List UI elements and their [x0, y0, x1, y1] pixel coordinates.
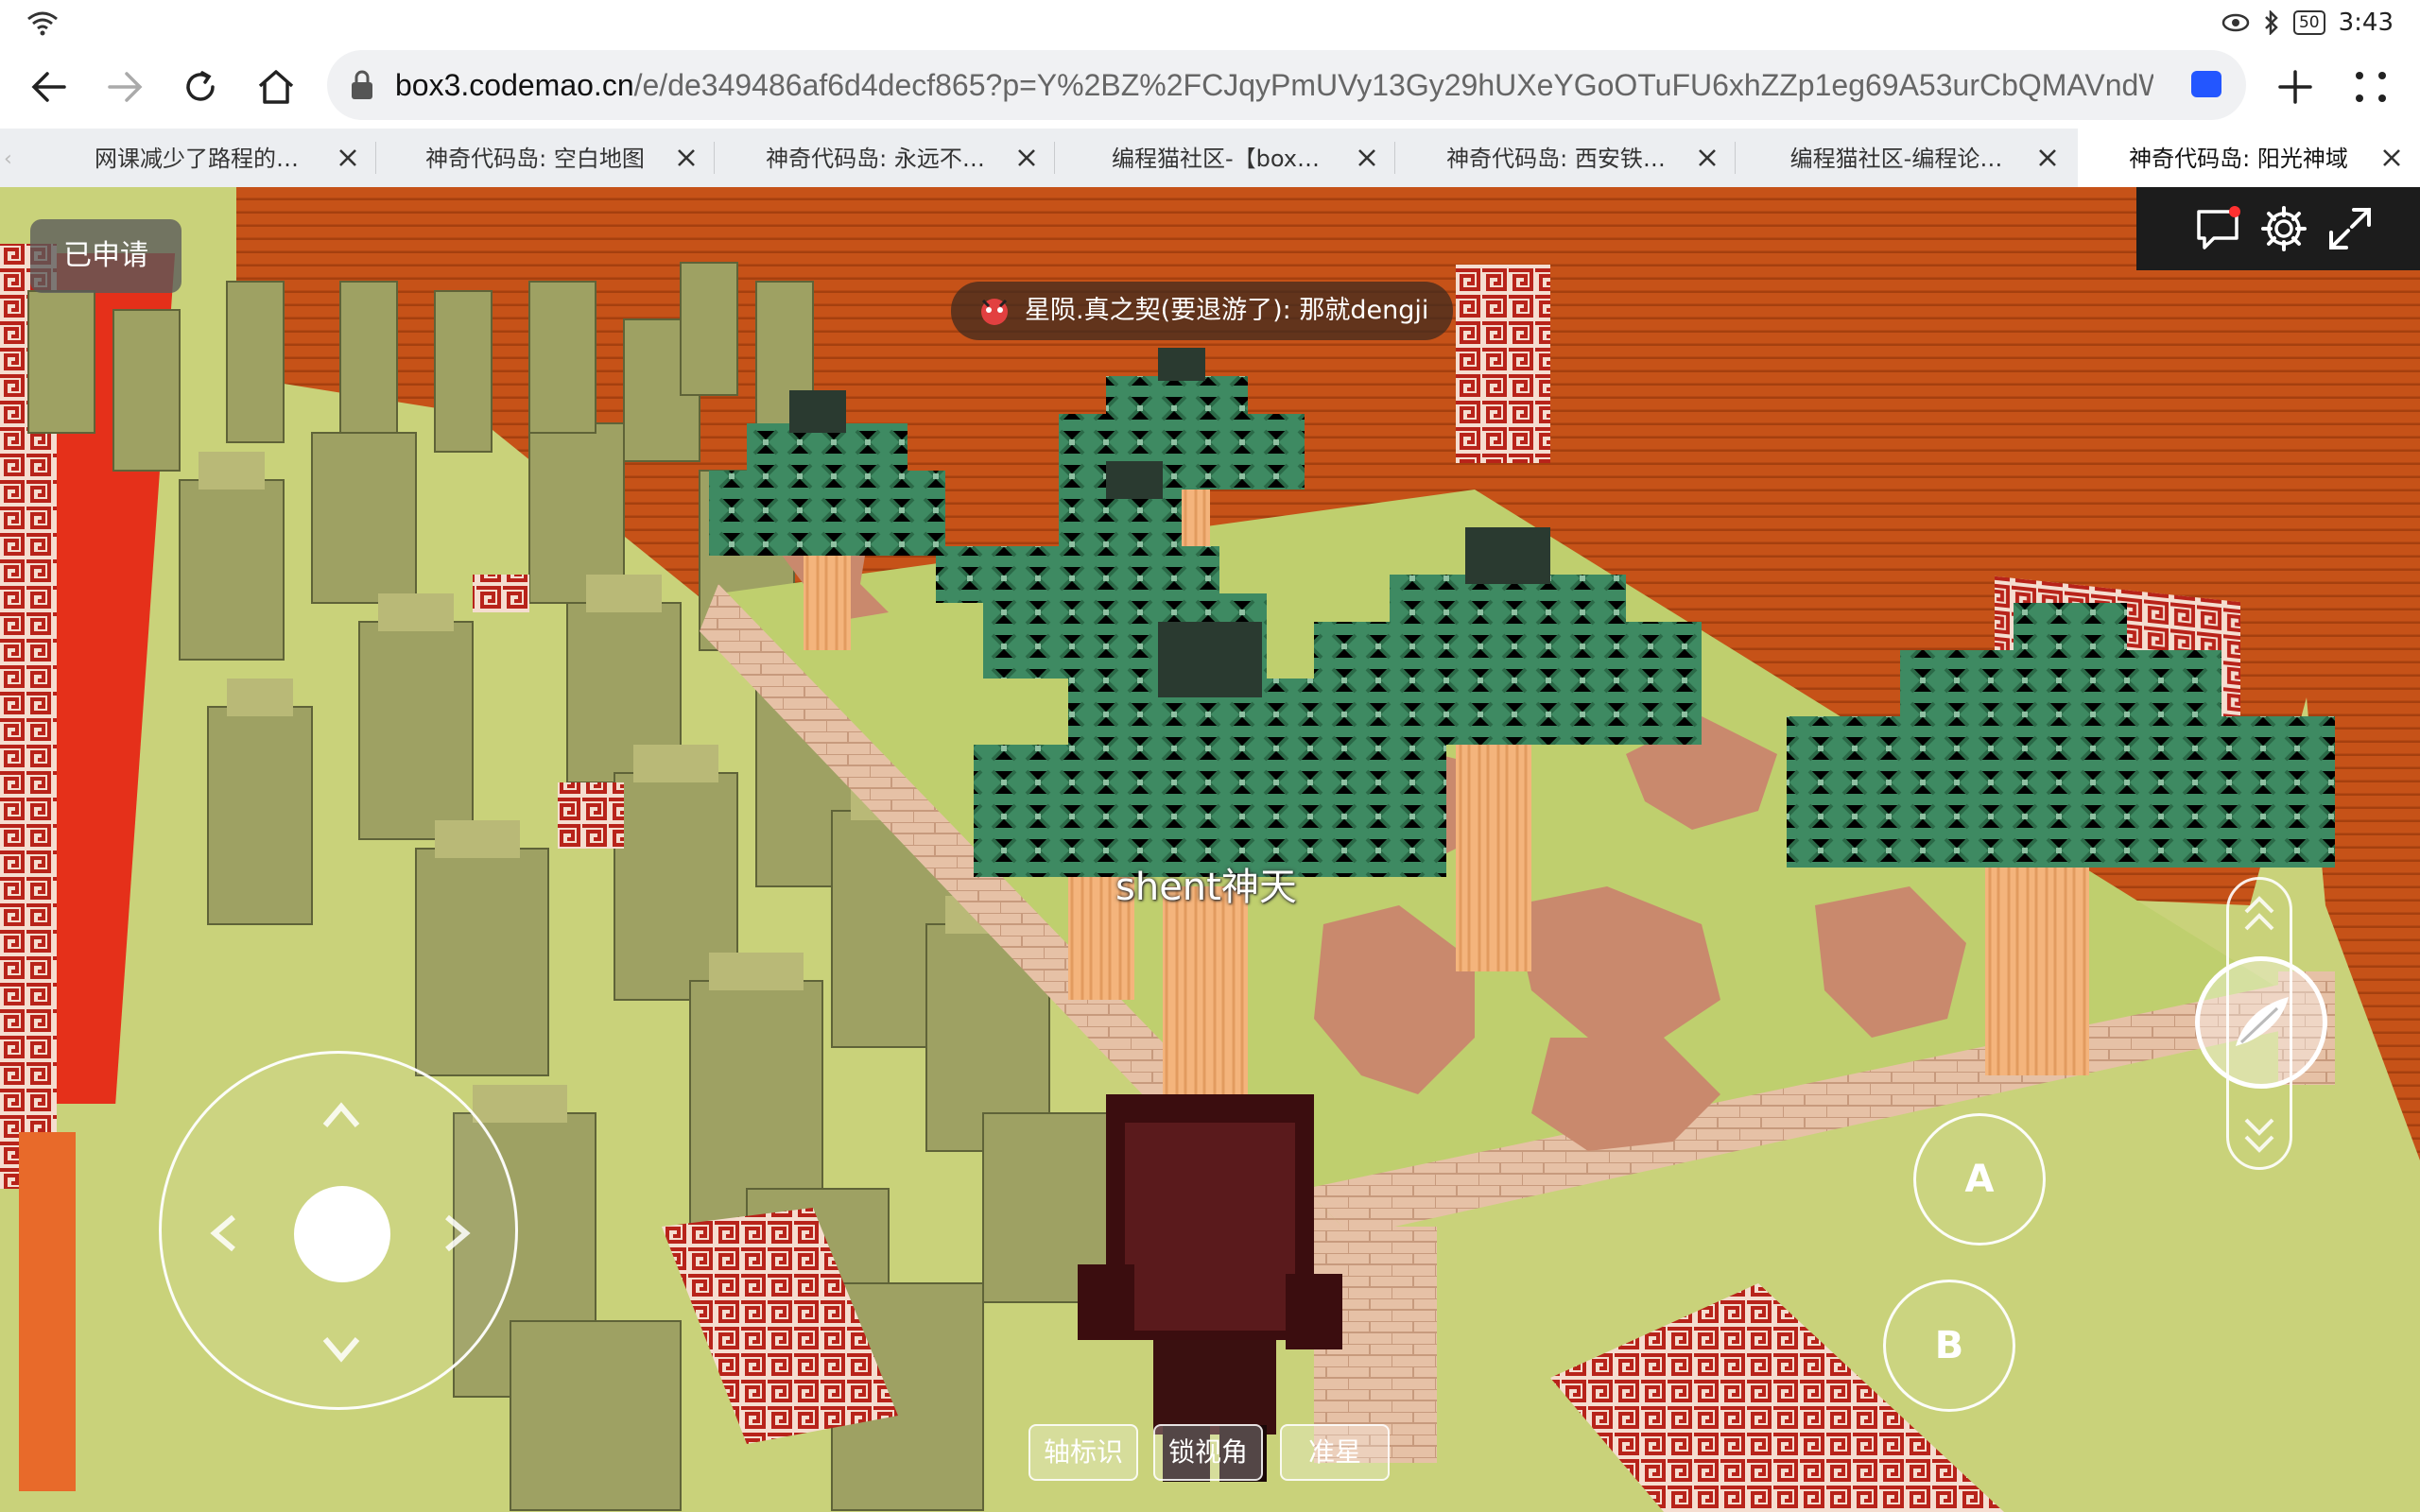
battery-icon: 50: [2292, 10, 2325, 35]
chat-bubble: 星陨.真之契(要退游了): 那就dengji: [951, 282, 1454, 340]
chevron-down-icon: [322, 1337, 360, 1363]
back-button[interactable]: [19, 57, 79, 117]
tab-4[interactable]: 编程猫社区-【box…: [1057, 129, 1395, 187]
close-icon[interactable]: [1356, 146, 1378, 169]
wall-lattice: [1456, 265, 1550, 463]
reload-icon: [186, 71, 215, 101]
reload-button[interactable]: [170, 57, 231, 117]
tab-3[interactable]: 神奇代码岛: 永远不…: [717, 129, 1055, 187]
url-path: /e/de349486af6d4decf865?p=Y%2BZ%2FCJqyPm…: [633, 68, 2153, 102]
close-icon[interactable]: [337, 146, 359, 169]
tab-2[interactable]: 神奇代码岛: 空白地图: [376, 129, 715, 187]
tab-divider: [1394, 142, 1395, 174]
arrow-left-icon: [31, 72, 66, 102]
eye-icon: [2221, 13, 2250, 32]
fly-button[interactable]: [2195, 956, 2327, 1089]
tab-title: 神奇代码岛: 永远不…: [766, 146, 985, 172]
forward-button[interactable]: [95, 57, 155, 117]
hud-top-right: [2136, 187, 2420, 270]
tab-strip: ‹ 网课减少了路程的… 神奇代码岛: 空白地图 神奇代码岛: 永远不… 编程猫社…: [0, 129, 2420, 188]
double-chevron-up-icon: [2244, 896, 2274, 931]
applied-button[interactable]: 已申请: [30, 219, 182, 293]
lock-icon: [352, 70, 372, 99]
floor-lattice-tile: [558, 782, 624, 849]
tab-title: 神奇代码岛: 阳光神域: [2129, 146, 2348, 172]
tab-title: 神奇代码岛: 空白地图: [425, 146, 645, 172]
close-icon[interactable]: [2036, 146, 2059, 169]
address-bar[interactable]: box3.codemao.cn/e/de349486af6d4decf865?p…: [327, 50, 2246, 120]
chevron-up-icon: [322, 1102, 360, 1127]
fullscreen-icon[interactable]: [2325, 204, 2375, 253]
chat-message: 星陨.真之契(要退游了): 那就dengji: [1025, 296, 1429, 325]
close-icon[interactable]: [2380, 146, 2403, 169]
axis-marker-button[interactable]: 轴标识: [1028, 1424, 1138, 1481]
tab-divider: [1735, 142, 1736, 174]
wifi-icon: [27, 11, 58, 36]
double-chevron-down-icon: [2244, 1118, 2274, 1153]
close-icon[interactable]: [1696, 146, 1719, 169]
grid-dots-icon: [2356, 72, 2386, 102]
menu-button[interactable]: [2341, 57, 2401, 117]
bluetooth-icon: [2265, 10, 2278, 35]
tab-title: 网课减少了路程的…: [95, 146, 299, 172]
url-host: box3.codemao.cn: [395, 68, 634, 102]
tab-title: 编程猫社区-【box…: [1111, 146, 1321, 172]
tab-6[interactable]: 编程猫社区-编程论…: [1737, 129, 2076, 187]
railing: [19, 1132, 76, 1491]
plus-icon: [2278, 70, 2312, 104]
tab-1[interactable]: 网课减少了路程的…: [38, 129, 376, 187]
chevron-left-icon: [210, 1214, 235, 1252]
home-button[interactable]: [246, 57, 306, 117]
gear-icon[interactable]: [2259, 204, 2308, 253]
movement-joystick[interactable]: [159, 1051, 518, 1410]
tab-divider: [1054, 142, 1055, 174]
tab-active[interactable]: 神奇代码岛: 阳光神域: [2078, 129, 2420, 187]
player-name-tag: shent神天: [1115, 866, 1297, 909]
player-avatar-icon: [981, 299, 1008, 325]
b-button[interactable]: B: [1883, 1280, 2015, 1412]
url-text: box3.codemao.cn/e/de349486af6d4decf865?p…: [395, 65, 2153, 105]
chat-icon[interactable]: [2193, 204, 2242, 253]
close-icon[interactable]: [675, 146, 698, 169]
clock: 3:43: [2338, 9, 2394, 37]
lock-view-button[interactable]: 锁视角: [1153, 1424, 1263, 1481]
extension-icon[interactable]: [2191, 71, 2221, 97]
tab-title: 编程猫社区-编程论…: [1789, 146, 2003, 172]
tab-divider: [714, 142, 715, 174]
close-icon[interactable]: [1015, 146, 1038, 169]
crosshair-button[interactable]: 准星: [1280, 1424, 1390, 1481]
chevron-right-icon: [445, 1214, 471, 1252]
tab-scroll-left-icon[interactable]: ‹: [4, 147, 12, 171]
status-icons: 50 3:43: [2221, 8, 2394, 38]
browser-toolbar: box3.codemao.cn/e/de349486af6d4decf865?p…: [0, 45, 2420, 129]
joystick-knob[interactable]: [294, 1186, 390, 1282]
status-bar: 50 3:43: [0, 0, 2420, 45]
tab-5[interactable]: 神奇代码岛: 西安铁…: [1397, 129, 1736, 187]
tab-title: 神奇代码岛: 西安铁…: [1446, 146, 1666, 172]
arrow-right-icon: [108, 72, 143, 102]
a-button[interactable]: A: [1913, 1113, 2046, 1246]
floor-lattice-tile: [473, 575, 529, 612]
new-tab-button[interactable]: [2265, 57, 2325, 117]
wing-icon: [2236, 997, 2289, 1046]
home-icon: [258, 70, 294, 104]
